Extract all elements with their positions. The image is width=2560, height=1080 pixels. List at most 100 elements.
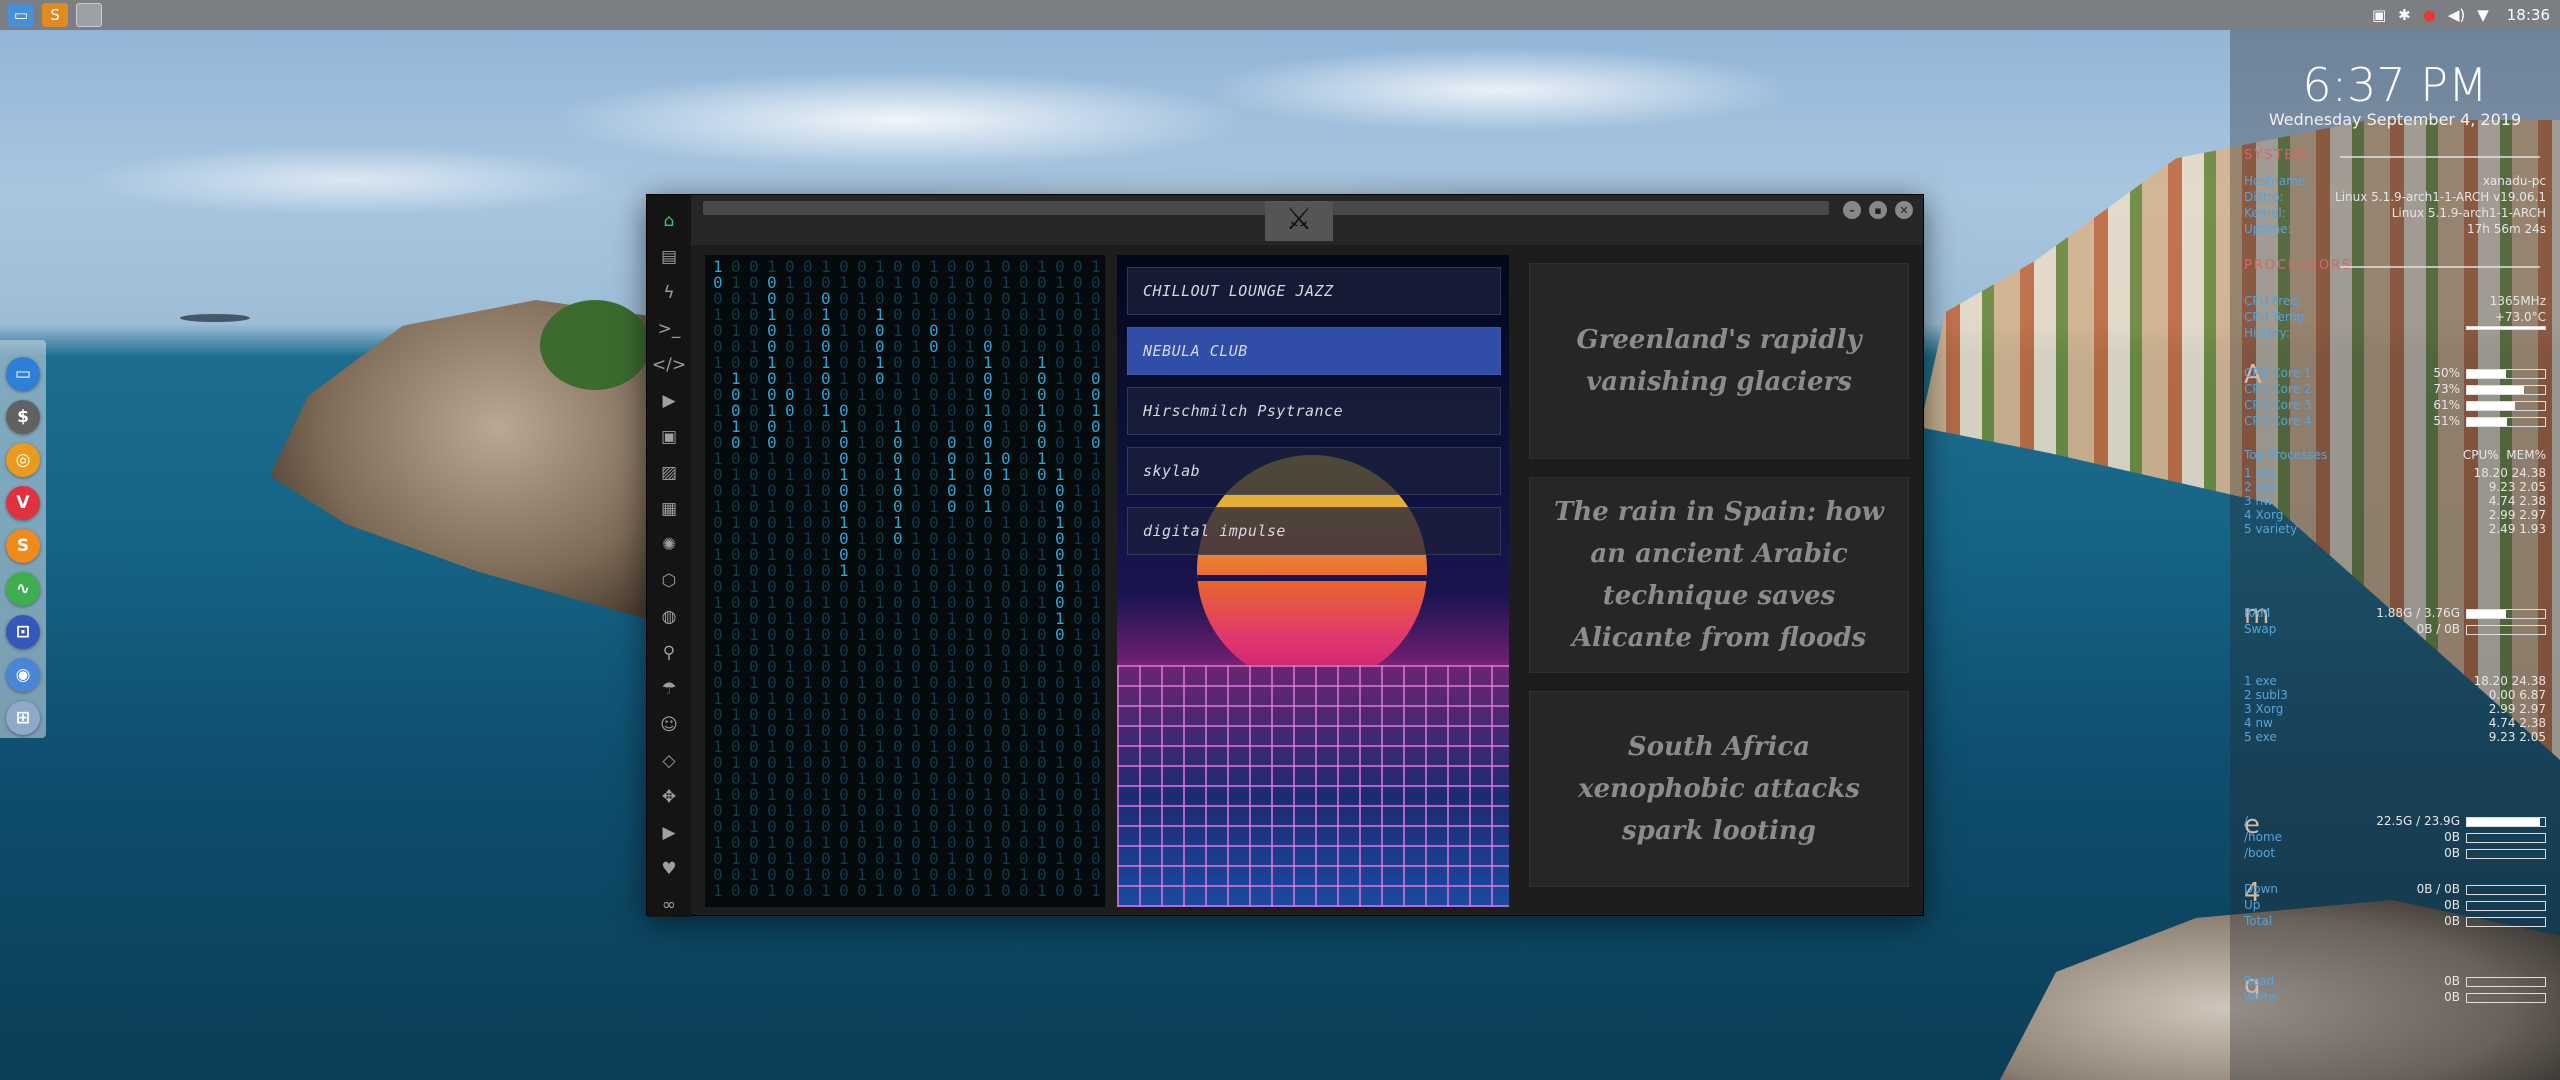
conky-time: 6:37 PM xyxy=(2302,58,2488,112)
dock-sublime-icon[interactable]: S xyxy=(6,529,40,563)
distant-island xyxy=(180,314,250,322)
system-tray: ▣ ✱ ● ◀) ▼ 18:36 xyxy=(2372,0,2550,30)
news-headline[interactable]: The rain in Spain: how an ancient Arabic… xyxy=(1529,477,1909,673)
cpu-row: CPU Temp: +73.0°C xyxy=(2244,310,2546,324)
network-row: Down 0B / 0B xyxy=(2244,882,2546,896)
network-row: Up 0B xyxy=(2244,898,2546,912)
system-row: Distro: Linux 5.1.9-arch1-1-ARCH v19.06.1 xyxy=(2244,190,2546,204)
diamond-code-icon[interactable]: ◇ xyxy=(647,743,691,779)
heart-icon[interactable]: ♥ xyxy=(647,851,691,887)
matrix-column: 0 0 1 0 0 1 0 0 1 0 0 1 0 0 1 0 0 1 0 0 … xyxy=(749,257,759,900)
bluetooth-icon[interactable]: ✱ xyxy=(2398,6,2411,24)
dock-files-icon[interactable]: ▭ xyxy=(6,357,40,391)
expand-icon[interactable]: ✥ xyxy=(647,779,691,815)
workspace-icon[interactable] xyxy=(76,3,102,27)
globe-icon[interactable]: ◍ xyxy=(647,599,691,635)
matrix-column: 0 0 1 0 0 1 0 0 1 0 0 1 0 0 1 0 0 1 0 0 … xyxy=(803,257,813,900)
close-button[interactable]: ✕ xyxy=(1895,201,1913,219)
cpu-core-row: CPU Core 1 50% xyxy=(2244,366,2546,380)
memory-row: Swap 0B / 0B xyxy=(2244,622,2546,636)
top-process-row: 3 nw 4.74 2.38 xyxy=(2244,494,2546,508)
disk-row: /22.5G / 23.9G xyxy=(2244,814,2546,828)
top-memory-row: 2 subl3 0.00 6.87 xyxy=(2244,688,2546,702)
top-process-row: 1 exe 18.20 24.38 xyxy=(2244,466,2546,480)
divider xyxy=(2340,266,2540,268)
track-item-selected[interactable]: NEBULA CLUB xyxy=(1127,327,1501,375)
maximize-button[interactable]: ▪ xyxy=(1869,201,1887,219)
cliff-vegetation xyxy=(540,300,650,390)
window-controls: – ▪ ✕ xyxy=(1843,201,1913,219)
dock-help-icon[interactable]: ◎ xyxy=(6,443,40,477)
matrix-column: 0 0 1 0 0 1 0 0 1 0 0 1 0 0 1 0 0 1 0 0 … xyxy=(857,257,867,900)
atom-icon[interactable]: ✺ xyxy=(647,527,691,563)
track-item[interactable]: Hirschmilch Psytrance xyxy=(1127,387,1501,435)
play-icon[interactable]: ▶ xyxy=(647,383,691,419)
files-icon[interactable]: ▭ xyxy=(8,3,34,27)
home-icon[interactable]: ⌂ xyxy=(647,203,691,239)
edex-window: ⌂ ▤ ϟ >_ </> ▶ ▣ ▨ ▦ ✺ ⬡ ◍ ⚲ ☂ ☺ ◇ ✥ ▶ ♥ ∞ ⚔ – ▪ ✕ 1 0 0 1 … xyxy=(646,194,1924,917)
top-memory-row: 5 exe 9.23 2.05 xyxy=(2244,730,2546,744)
system-row: Hostname: xanadu-pc xyxy=(2244,174,2546,188)
top-process-row: 4 Xorg 2.99 2.97 xyxy=(2244,508,2546,522)
usage-bar xyxy=(2466,884,2546,895)
usage-bar xyxy=(2466,848,2546,859)
network-row: Total 0B xyxy=(2244,914,2546,928)
usage-bar xyxy=(2466,900,2546,911)
top-process-row: 2 exe 9.23 2.05 xyxy=(2244,480,2546,494)
news-headline[interactable]: Greenland's rapidly vanishing glaciers xyxy=(1529,263,1909,459)
matrix-column: 0 1 0 0 1 0 0 1 0 0 1 0 0 1 0 0 1 0 0 1 … xyxy=(1001,257,1011,900)
conky-date: Wednesday September 4, 2019 xyxy=(2268,110,2522,129)
flash-icon[interactable]: ϟ xyxy=(647,275,691,311)
top-processes-header: Top Processes CPU% MEM% xyxy=(2244,448,2546,462)
dock-vivaldi-icon[interactable]: V xyxy=(6,486,40,520)
matrix-column: 1 0 0 1 0 0 1 0 0 1 0 0 1 0 0 1 0 0 1 0 … xyxy=(929,257,939,900)
screenshot-tray-icon[interactable]: ▣ xyxy=(2372,6,2386,24)
disk-row: /home 0B xyxy=(2244,830,2546,844)
system-row: Kernel: Linux 5.1.9-arch1-1-ARCH xyxy=(2244,206,2546,220)
dock-monitor-icon[interactable]: ∿ xyxy=(6,572,40,606)
window-sidebar: ⌂ ▤ ϟ >_ </> ▶ ▣ ▨ ▦ ✺ ⬡ ◍ ⚲ ☂ ☺ ◇ ✥ ▶ ♥ ∞ xyxy=(647,195,691,917)
dock-network-icon[interactable]: ⊞ xyxy=(6,701,40,735)
contact-icon[interactable]: ☺ xyxy=(647,707,691,743)
matrix-column: 1 0 0 1 0 0 1 0 0 1 0 0 1 0 0 1 0 0 1 0 … xyxy=(875,257,885,900)
wifi-icon[interactable]: ▼ xyxy=(2477,6,2489,24)
hexagon-icon[interactable]: ⬡ xyxy=(647,563,691,599)
sublime-icon[interactable]: S xyxy=(42,3,68,27)
umbrella-icon[interactable]: ☂ xyxy=(647,671,691,707)
dock-screenshot-icon[interactable]: ⊡ xyxy=(6,615,40,649)
code-icon[interactable]: </> xyxy=(647,347,691,383)
usage-bar xyxy=(2466,608,2546,619)
matrix-column: 1 0 0 1 0 0 1 0 0 1 0 0 1 0 0 1 0 0 1 0 … xyxy=(767,257,777,900)
matrix-column: 0 1 0 0 1 0 0 1 0 0 1 0 0 1 0 0 1 0 0 1 … xyxy=(893,257,903,900)
search-icon[interactable]: ⚲ xyxy=(647,635,691,671)
music-player-panel: CHILLOUT LOUNGE JAZZ NEBULA CLUB Hirschm… xyxy=(1117,255,1509,907)
usage-bar xyxy=(2466,832,2546,843)
youtube-icon[interactable]: ▶ xyxy=(647,815,691,851)
top-clock[interactable]: 18:36 xyxy=(2507,6,2550,24)
gallery-icon[interactable]: ▣ xyxy=(647,419,691,455)
cpu-core-row: CPU Core 3 61% xyxy=(2244,398,2546,412)
news-headline[interactable]: South Africa xenophobic attacks spark lo… xyxy=(1529,691,1909,887)
matrix-column: 0 1 0 0 1 0 0 1 0 0 1 0 0 1 0 0 1 0 0 1 … xyxy=(1055,257,1065,900)
conky-panel: 6:37 PM Wednesday September 4, 2019 SYST… xyxy=(2230,30,2560,1080)
usage-bar xyxy=(2466,992,2546,1003)
record-icon[interactable]: ● xyxy=(2423,6,2436,24)
infinity-icon[interactable]: ∞ xyxy=(647,887,691,923)
matrix-column: 0 0 1 0 0 1 0 0 1 0 0 1 0 0 1 0 0 1 0 0 … xyxy=(911,257,921,900)
news-icon[interactable]: ▦ xyxy=(647,491,691,527)
minimize-button[interactable]: – xyxy=(1843,201,1861,219)
document-icon[interactable]: ▤ xyxy=(647,239,691,275)
track-item[interactable]: skylab xyxy=(1127,447,1501,495)
matrix-column: 1 0 0 1 0 0 1 0 0 1 0 0 1 0 0 1 0 0 1 0 … xyxy=(1037,257,1047,900)
matrix-column: 0 0 1 0 0 1 0 0 1 0 0 1 0 0 1 0 0 1 0 0 … xyxy=(965,257,975,900)
dock-chrome-icon[interactable]: ◉ xyxy=(6,658,40,692)
dock-money-icon[interactable]: $ xyxy=(6,400,40,434)
image-icon[interactable]: ▨ xyxy=(647,455,691,491)
cpu-row: History: xyxy=(2244,326,2546,340)
volume-icon[interactable]: ◀) xyxy=(2448,6,2465,24)
matrix-column: 1 0 0 1 0 0 1 0 0 1 0 0 1 0 0 1 0 0 1 0 … xyxy=(983,257,993,900)
track-item[interactable]: CHILLOUT LOUNGE JAZZ xyxy=(1127,267,1501,315)
terminal-icon[interactable]: >_ xyxy=(647,311,691,347)
window-titlebar[interactable]: ⚔ – ▪ ✕ xyxy=(691,195,1923,245)
track-item[interactable]: digital impulse xyxy=(1127,507,1501,555)
